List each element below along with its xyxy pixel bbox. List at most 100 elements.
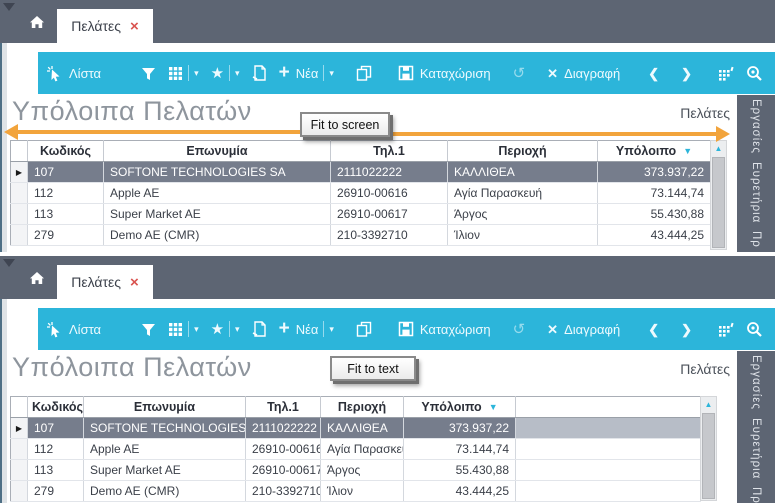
- save-button[interactable]: Καταχώριση: [398, 321, 491, 337]
- cell-name[interactable]: SOFTONE TECHNOLOGIES SA: [84, 418, 246, 439]
- cell-code[interactable]: 113: [28, 204, 104, 225]
- tab-close-icon[interactable]: ×: [130, 275, 139, 290]
- cell-name[interactable]: Apple AE: [84, 439, 246, 460]
- favorites-star-icon[interactable]: ★: [211, 322, 224, 337]
- cell-name[interactable]: Super Market AE: [104, 204, 331, 225]
- cell-area[interactable]: ΚΑΛΛΙΘΕΑ: [448, 162, 598, 183]
- delete-button[interactable]: ✕ Διαγραφή: [547, 66, 620, 81]
- tab-close-icon[interactable]: ×: [130, 19, 139, 34]
- cell-phone[interactable]: 210-3392710: [331, 225, 448, 246]
- new-dropdown-icon[interactable]: ▾: [329, 68, 334, 79]
- sidebar-tab-evretiria[interactable]: Ευρετήρια: [750, 162, 762, 223]
- sidebar-tab-ergasies[interactable]: Εργασίες: [750, 99, 762, 154]
- list-button[interactable]: Λίστα: [46, 65, 101, 82]
- favorites-dropdown-icon[interactable]: ▾: [235, 68, 240, 79]
- cell-fill[interactable]: [516, 460, 701, 481]
- export-button[interactable]: [252, 321, 267, 337]
- views-dropdown-icon[interactable]: ▾: [194, 68, 199, 79]
- cell-area[interactable]: Ίλιον: [321, 481, 404, 502]
- vertical-scrollbar[interactable]: ▲: [710, 140, 727, 250]
- cell-code[interactable]: 279: [28, 225, 104, 246]
- table-row[interactable]: 113Super Market AE26910-00617Άργος55.430…: [11, 460, 701, 481]
- cell-name[interactable]: Demo AE (CMR): [84, 481, 246, 502]
- home-tab[interactable]: [26, 268, 48, 288]
- filter-button[interactable]: [141, 322, 156, 337]
- views-grid-button[interactable]: [168, 66, 183, 81]
- cell-name[interactable]: Demo AE (CMR): [104, 225, 331, 246]
- column-header-name[interactable]: Επωνυμία: [104, 141, 331, 162]
- duplicate-button[interactable]: [356, 65, 372, 81]
- cell-phone[interactable]: 26910-00617: [246, 460, 321, 481]
- cell-phone[interactable]: 2111022222: [331, 162, 448, 183]
- sidebar-tab-ergasies[interactable]: Εργασίες: [750, 355, 762, 410]
- tab-pelates[interactable]: Πελάτες ×: [57, 9, 153, 43]
- cell-bal[interactable]: 43.444,25: [404, 481, 516, 502]
- column-header-name[interactable]: Επωνυμία: [84, 397, 246, 418]
- save-button[interactable]: Καταχώριση: [398, 65, 491, 81]
- favorites-star-icon[interactable]: ★: [211, 66, 224, 81]
- new-button[interactable]: + Νέα: [279, 65, 319, 82]
- window-menu-triangle-icon[interactable]: [3, 259, 15, 267]
- next-record-button[interactable]: ❯: [681, 323, 692, 336]
- cell-marker[interactable]: ▶: [11, 418, 28, 439]
- cell-code[interactable]: 107: [28, 418, 84, 439]
- cell-marker[interactable]: [11, 481, 28, 502]
- export-button[interactable]: [252, 65, 267, 81]
- cell-bal[interactable]: 373.937,22: [598, 162, 711, 183]
- cell-phone[interactable]: 26910-00617: [331, 204, 448, 225]
- cell-code[interactable]: 113: [28, 460, 84, 481]
- cell-phone[interactable]: 26910-00616: [331, 183, 448, 204]
- list-button[interactable]: Λίστα: [46, 321, 101, 338]
- new-button[interactable]: + Νέα: [279, 321, 319, 338]
- cell-marker[interactable]: [11, 460, 28, 481]
- table-row[interactable]: 112Apple AE26910-00616Αγία Παρασκευή73.1…: [11, 183, 711, 204]
- cell-marker[interactable]: [11, 439, 28, 460]
- vertical-scrollbar[interactable]: ▲: [700, 396, 717, 501]
- favorites-dropdown-icon[interactable]: ▾: [235, 324, 240, 335]
- cell-area[interactable]: Αγία Παρασκευή: [448, 183, 598, 204]
- tab-pelates[interactable]: Πελάτες ×: [57, 265, 153, 299]
- cell-code[interactable]: 279: [28, 481, 84, 502]
- sidebar-tab-more[interactable]: Πρ: [750, 487, 762, 503]
- cell-area[interactable]: ΚΑΛΛΙΘΕΑ: [321, 418, 404, 439]
- home-tab[interactable]: [26, 12, 48, 32]
- column-header-phone[interactable]: Τηλ.1: [331, 141, 448, 162]
- previous-record-button[interactable]: ❮: [648, 67, 659, 80]
- column-header-phone[interactable]: Τηλ.1: [246, 397, 321, 418]
- cell-area[interactable]: Άργος: [448, 204, 598, 225]
- cell-name[interactable]: Super Market AE: [84, 460, 246, 481]
- cell-fill[interactable]: [516, 418, 701, 439]
- fit-button[interactable]: Fit to text: [330, 356, 416, 381]
- scroll-up-icon[interactable]: ▲: [701, 397, 716, 412]
- column-header-code[interactable]: Κωδικός: [28, 397, 84, 418]
- fit-button[interactable]: Fit to screen: [300, 112, 390, 137]
- table-row[interactable]: 279Demo AE (CMR)210-3392710Ίλιον43.444,2…: [11, 225, 711, 246]
- column-header-area[interactable]: Περιοχή: [448, 141, 598, 162]
- table-row[interactable]: 113Super Market AE26910-00617Άργος55.430…: [11, 204, 711, 225]
- next-record-button[interactable]: ❯: [681, 67, 692, 80]
- sort-desc-icon[interactable]: ▼: [489, 402, 498, 412]
- sort-desc-icon[interactable]: ▼: [683, 146, 692, 156]
- cell-phone[interactable]: 26910-00616: [246, 439, 321, 460]
- cell-bal[interactable]: 43.444,25: [598, 225, 711, 246]
- cell-marker[interactable]: [11, 204, 28, 225]
- cell-bal[interactable]: 73.144,74: [404, 439, 516, 460]
- columns-button[interactable]: [718, 66, 734, 81]
- cell-area[interactable]: Αγία Παρασκευή: [321, 439, 404, 460]
- zoom-button[interactable]: [746, 321, 763, 338]
- zoom-button[interactable]: [746, 65, 763, 82]
- cell-code[interactable]: 112: [28, 183, 104, 204]
- scroll-up-icon[interactable]: ▲: [711, 141, 726, 156]
- cell-bal[interactable]: 55.430,88: [598, 204, 711, 225]
- views-dropdown-icon[interactable]: ▾: [194, 324, 199, 335]
- cell-bal[interactable]: 55.430,88: [404, 460, 516, 481]
- undo-button[interactable]: ↺: [513, 66, 526, 81]
- cell-phone[interactable]: 2111022222: [246, 418, 321, 439]
- table-row[interactable]: 112Apple AE26910-00616Αγία Παρασκευή73.1…: [11, 439, 701, 460]
- table-row[interactable]: ▶107SOFTONE TECHNOLOGIES SA2111022222ΚΑΛ…: [11, 162, 711, 183]
- table-row[interactable]: 279Demo AE (CMR)210-3392710Ίλιον43.444,2…: [11, 481, 701, 502]
- cell-code[interactable]: 107: [28, 162, 104, 183]
- column-header-balance[interactable]: Υπόλοιπο▼: [598, 141, 711, 162]
- cell-name[interactable]: Apple AE: [104, 183, 331, 204]
- filter-button[interactable]: [141, 66, 156, 81]
